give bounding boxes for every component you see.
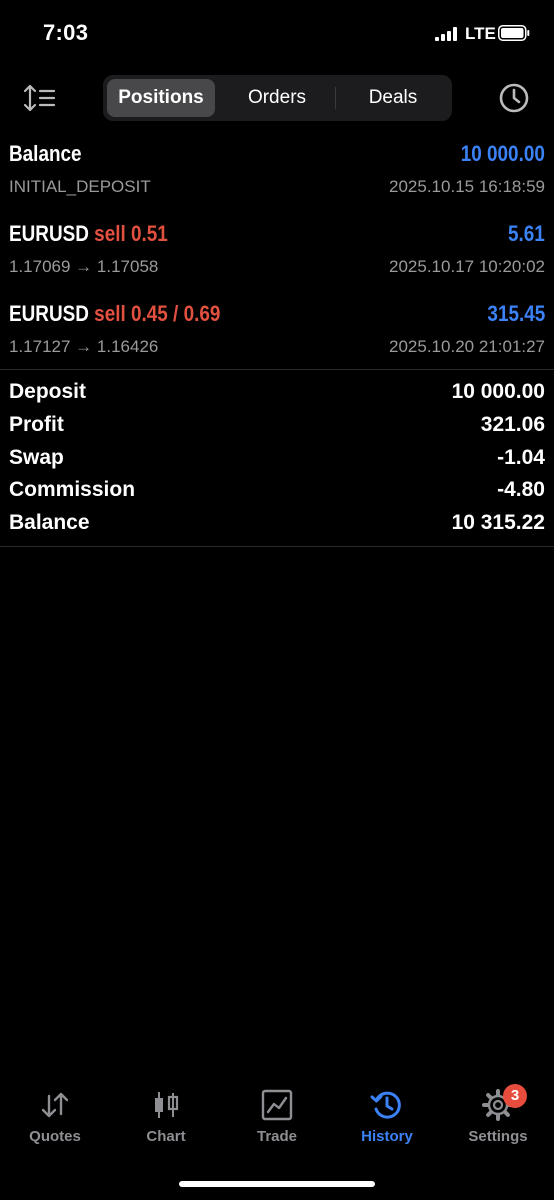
toolbar: Positions Orders Deals (0, 74, 554, 124)
row-value: 10 000.00 (460, 141, 545, 166)
tab-label: History (361, 1128, 413, 1145)
summary-value: -1.04 (497, 446, 545, 469)
tab-quotes[interactable]: Quotes (0, 1082, 110, 1152)
network-type: LTE (465, 24, 496, 43)
summary-label: Swap (9, 446, 64, 469)
summary-value: 321.06 (480, 413, 545, 436)
list-item[interactable]: EURUSD sell 0.45 / 0.69 315.45 1.17127 →… (0, 298, 554, 362)
symbol-label: EURUSD (9, 221, 89, 246)
symbol-label: EURUSD (9, 301, 89, 326)
signal-icon (435, 27, 457, 41)
divider (0, 546, 554, 547)
chart-icon (155, 1092, 179, 1118)
status-time: 7:03 (43, 20, 89, 45)
tab-label: Trade (256, 1128, 298, 1145)
summary-label: Commission (9, 478, 136, 501)
summary-value: 10 000.00 (451, 380, 545, 403)
tab-label: Settings (468, 1128, 528, 1145)
side-label: sell 0.51 (94, 221, 168, 246)
clock-icon[interactable] (496, 80, 532, 116)
summary-value: -4.80 (497, 478, 545, 501)
tab-trade[interactable]: Trade (222, 1082, 332, 1152)
summary-label: Profit (9, 413, 64, 436)
tab-history[interactable]: History (332, 1082, 442, 1152)
trade-icon (261, 1089, 293, 1121)
divider (0, 369, 554, 370)
side-label: sell 0.45 / 0.69 (94, 301, 221, 326)
tab-chart[interactable]: Chart (111, 1082, 221, 1152)
row-timestamp: 2025.10.15 16:18:59 (389, 177, 545, 196)
status-bar: 7:03 LTE (0, 0, 554, 66)
home-indicator (179, 1181, 375, 1187)
tab-positions[interactable]: Positions (107, 79, 215, 117)
tab-label: Quotes (29, 1128, 81, 1145)
row-value: 315.45 (487, 301, 545, 326)
tab-settings[interactable]: Settings 3 (443, 1082, 553, 1152)
list-item[interactable]: EURUSD sell 0.51 5.61 1.17069 → 1.17058 … (0, 218, 554, 282)
row-timestamp: 2025.10.17 10:20:02 (389, 257, 545, 276)
list-item[interactable]: Balance 10 000.00 INITIAL_DEPOSIT 2025.1… (0, 138, 554, 202)
notification-badge: 3 (503, 1084, 527, 1108)
segment-divider (335, 87, 336, 109)
view-segmented-control: Positions Orders Deals (103, 75, 452, 121)
row-title: EURUSD sell 0.45 / 0.69 (9, 301, 220, 327)
row-timestamp: 2025.10.20 21:01:27 (389, 337, 545, 356)
summary-value: 10 315.22 (451, 511, 545, 534)
tab-label: Chart (146, 1128, 186, 1145)
row-comment: INITIAL_DEPOSIT (9, 177, 151, 196)
quotes-icon (41, 1092, 69, 1118)
row-prices: 1.17127 → 1.16426 (9, 337, 159, 356)
row-title: Balance (9, 141, 82, 166)
sort-icon[interactable] (22, 82, 60, 114)
history-icon (370, 1091, 401, 1119)
row-value: 5.61 (508, 221, 545, 246)
row-title: EURUSD sell 0.51 (9, 221, 168, 247)
battery-icon (498, 25, 530, 41)
summary-label: Deposit (9, 380, 87, 403)
tab-orders[interactable]: Orders (219, 79, 335, 117)
summary-label: Balance (9, 511, 90, 534)
tab-deals[interactable]: Deals (337, 79, 449, 117)
row-prices: 1.17069 → 1.17058 (9, 257, 159, 276)
tab-bar: Quotes Chart Trade History Settings 3 (0, 1082, 554, 1162)
